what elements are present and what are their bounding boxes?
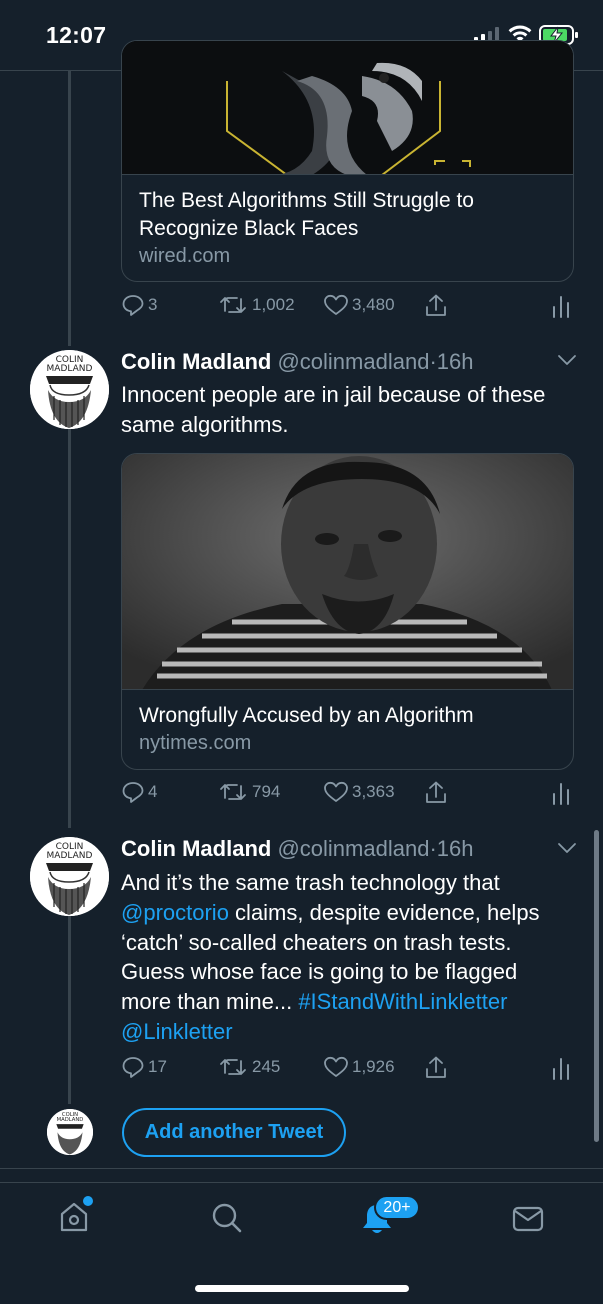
reply-count: 3 <box>148 295 158 314</box>
face-scan-illustration <box>122 41 573 176</box>
like-icon <box>324 294 348 315</box>
reply-icon <box>122 782 144 803</box>
like-button[interactable]: 3,480 <box>323 293 395 317</box>
retweet-count: 794 <box>252 782 281 801</box>
tweet-header: Colin Madland @colinmadland·16h <box>121 348 473 376</box>
tweet-actions: 3 1,002 3,480 <box>121 293 574 327</box>
retweet-icon <box>220 784 246 800</box>
home-new-indicator <box>83 1196 93 1206</box>
avatar-text-line2: MADLAND <box>47 851 93 861</box>
share-button[interactable] <box>424 293 448 319</box>
tweet-time: 16h <box>436 349 474 374</box>
status-time: 12:07 <box>46 22 107 48</box>
reply-count: 17 <box>148 1057 167 1076</box>
home-indicator[interactable] <box>195 1285 409 1292</box>
share-icon <box>426 294 446 316</box>
add-another-tweet-button[interactable]: Add another Tweet <box>122 1108 346 1157</box>
thread-line <box>68 71 71 346</box>
avatar-drawing: COLIN MADLAND <box>30 350 109 429</box>
avatar-text-line2: MADLAND <box>57 1117 84 1123</box>
link-card-wired[interactable]: The Best Algorithms Still Struggle to Re… <box>121 40 574 282</box>
reply-icon <box>122 1057 144 1078</box>
analytics-button[interactable] <box>551 780 571 806</box>
scrollbar[interactable] <box>594 830 599 1142</box>
retweet-button[interactable]: 1,002 <box>219 293 295 317</box>
reply-count: 4 <box>148 782 158 801</box>
tabbar-divider <box>0 1182 603 1183</box>
share-button[interactable] <box>424 780 448 806</box>
thread-line <box>68 428 71 828</box>
analytics-button[interactable] <box>551 1055 571 1081</box>
search-icon[interactable] <box>210 1201 244 1235</box>
analytics-icon <box>553 1058 569 1080</box>
share-icon <box>426 1056 446 1078</box>
avatar[interactable]: COLIN MADLAND <box>30 350 109 429</box>
card-domain: wired.com <box>139 245 231 267</box>
tweet-text-part: And it’s the same trash technology that <box>121 870 500 895</box>
tweet-text: And it’s the same trash technology that … <box>121 868 571 1047</box>
author-name[interactable]: Colin Madland <box>121 836 271 861</box>
reply-button[interactable]: 3 <box>121 293 157 317</box>
author-handle[interactable]: @colinmadland <box>277 349 429 374</box>
notifications-badge: 20+ <box>374 1195 420 1220</box>
avatar-drawing: COLIN MADLAND <box>30 837 109 916</box>
card-domain: nytimes.com <box>139 732 252 754</box>
tweet-text: Innocent people are in jail because of t… <box>121 382 546 437</box>
mention-link[interactable]: @proctorio <box>121 900 229 925</box>
retweet-count: 1,002 <box>252 295 295 314</box>
analytics-button[interactable] <box>551 293 571 319</box>
like-count: 3,480 <box>352 295 395 314</box>
retweet-button[interactable]: 794 <box>219 780 280 804</box>
article-image <box>122 41 573 176</box>
mention-link[interactable]: @Linkletter <box>121 1019 233 1044</box>
hashtag-link[interactable]: #IStandWithLinkletter <box>298 989 507 1014</box>
retweet-icon <box>220 297 246 313</box>
link-card-nytimes[interactable]: Wrongfully Accused by an Algorithm nytim… <box>121 453 574 770</box>
reply-button[interactable]: 4 <box>121 780 157 804</box>
share-icon <box>426 781 446 803</box>
author-handle[interactable]: @colinmadland <box>277 836 429 861</box>
card-title: The Best Algorithms Still Struggle to Re… <box>139 189 474 240</box>
avatar-text-line2: MADLAND <box>47 364 93 374</box>
author-name[interactable]: Colin Madland <box>121 349 271 374</box>
compose-avatar[interactable]: COLIN MADLAND <box>47 1109 93 1155</box>
like-count: 3,363 <box>352 782 395 801</box>
messages-icon[interactable] <box>511 1204 545 1234</box>
like-count: 1,926 <box>352 1057 395 1076</box>
retweet-icon <box>220 1059 246 1075</box>
meta-separator: · <box>429 349 437 374</box>
share-button[interactable] <box>424 1055 448 1081</box>
tweet-actions: 17 245 1,926 <box>121 1055 574 1089</box>
card-title: Wrongfully Accused by an Algorithm <box>139 704 474 727</box>
like-button[interactable]: 1,926 <box>323 1055 395 1079</box>
thread-line <box>68 916 71 1104</box>
reply-icon <box>122 295 144 316</box>
chevron-down-icon[interactable] <box>556 840 578 856</box>
portrait-photo <box>122 454 573 690</box>
tweet-time: 16h <box>436 836 474 861</box>
content-divider <box>0 1168 603 1169</box>
retweet-button[interactable]: 245 <box>219 1055 280 1079</box>
reply-button[interactable]: 17 <box>121 1055 167 1079</box>
like-button[interactable]: 3,363 <box>323 780 395 804</box>
like-icon <box>324 781 348 802</box>
tweet-header: Colin Madland @colinmadland·16h <box>121 835 473 863</box>
avatar[interactable]: COLIN MADLAND <box>30 837 109 916</box>
like-icon <box>324 1056 348 1077</box>
retweet-count: 245 <box>252 1057 281 1076</box>
avatar-drawing: COLIN MADLAND <box>47 1109 93 1155</box>
analytics-icon <box>553 783 569 805</box>
analytics-icon <box>553 296 569 318</box>
tweet-actions: 4 794 3,363 <box>121 780 574 814</box>
chevron-down-icon[interactable] <box>556 352 578 368</box>
meta-separator: · <box>429 836 437 861</box>
article-image <box>122 454 573 690</box>
